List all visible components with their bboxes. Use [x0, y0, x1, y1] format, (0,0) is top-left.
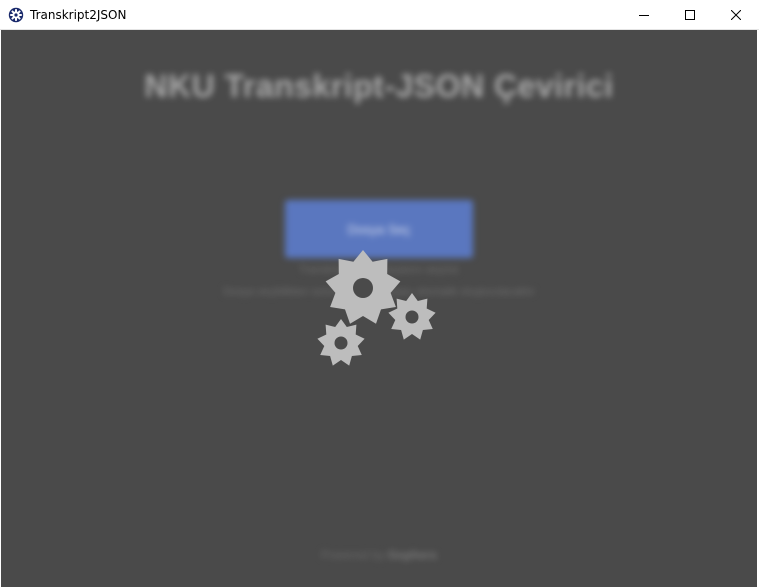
gear-app-icon	[8, 7, 24, 22]
minimize-icon	[639, 14, 649, 16]
small-gear-right-icon	[388, 293, 436, 340]
close-button[interactable]	[713, 0, 759, 29]
title-bar[interactable]: Transkript2JSON	[0, 0, 759, 30]
window-title: Transkript2JSON	[30, 7, 127, 22]
loading-gears-icon	[317, 250, 436, 366]
small-gear-left-icon	[317, 319, 365, 366]
main-content: NKU Transkript-JSON Çevirici Dosya Seç T…	[1, 30, 757, 587]
gear-hole	[334, 336, 348, 350]
window-controls	[621, 0, 759, 29]
gear-hole	[405, 310, 419, 324]
maximize-icon	[685, 9, 695, 20]
gear-hole	[353, 278, 373, 298]
close-icon	[731, 9, 741, 20]
minimize-button[interactable]	[621, 0, 667, 29]
maximize-button[interactable]	[667, 0, 713, 29]
